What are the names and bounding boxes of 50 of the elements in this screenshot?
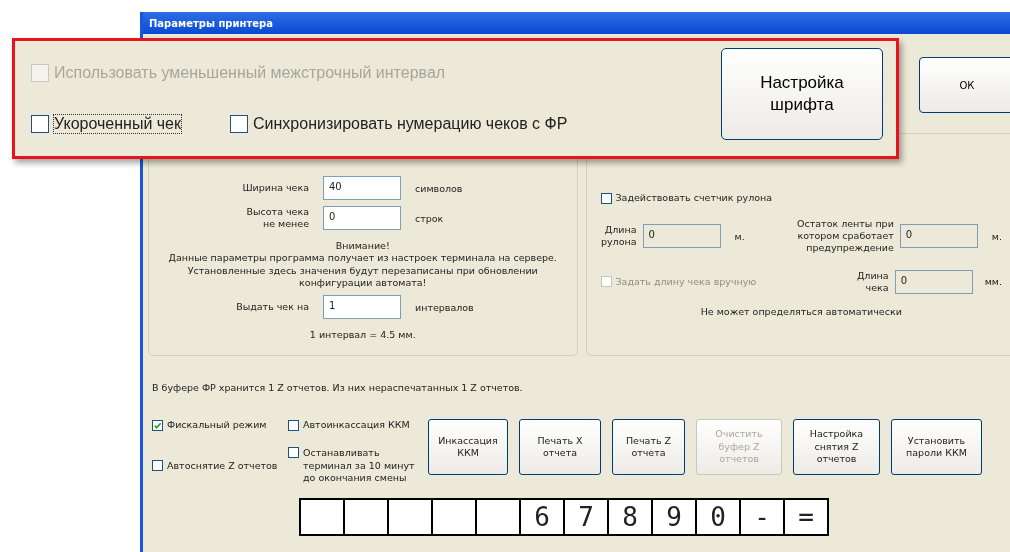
input-field[interactable]: 0 [894,269,973,294]
action-button[interactable]: Установить пароли ККМ [891,419,982,475]
checkbox[interactable]: Автоснятие Z отчетов [152,459,288,473]
keyboard-key[interactable]: 0 [695,498,741,537]
field-label: Длина чека [855,270,889,294]
action-button[interactable]: Печать X отчета [519,419,601,475]
checkmark-icon [153,420,162,430]
checkbox[interactable]: Фискальный режим [152,419,288,432]
unit-label: м. [734,230,745,242]
auto-note: Не может определяться автоматически [699,304,903,319]
keyboard-key[interactable]: = [783,498,829,537]
field-label: Ширина чека [242,182,309,194]
keyboard-key[interactable] [343,498,389,537]
checkbox[interactable]: Автоинкассация ККМ [288,419,418,432]
keyboard-key[interactable]: 7 [563,498,609,537]
keyboard-key[interactable]: 6 [519,498,565,537]
field-label: Высота чека не менее [245,206,309,230]
action-button[interactable]: Печать Z отчета [612,419,685,475]
buffer-info: В буфере ФР хранится 1 Z отчетов. Из них нераспечатанных 1 Z отчетов. [152,382,523,393]
checkbox[interactable]: Останавливать терминал за 10 минут до окончания смены [288,447,418,485]
keyboard-key[interactable]: 8 [607,498,653,537]
checkbox[interactable]: Синхронизировать нумерацию чеков с ФР [230,114,569,135]
action-button[interactable]: Инкассация ККМ [428,419,508,475]
checkbox[interactable]: Задействовать счетчик рулона [600,192,1002,205]
keyboard-key[interactable] [431,498,477,537]
ok-button[interactable]: ОК [919,57,1010,113]
unit-label: м. [991,230,1002,242]
notice-title: Внимание! [334,239,391,253]
input-field[interactable]: 0 [323,206,401,230]
unit-label: строк [415,212,445,224]
keyboard-key[interactable] [299,498,345,537]
input-field[interactable]: 0 [642,224,721,249]
field-label: Остаток ленты при котором сработает предупреждение [796,218,894,254]
action-button[interactable]: Настройка снятия Z отчетов [793,419,880,475]
interval-note: 1 интервал = 4.5 мм. [308,328,417,342]
input-field[interactable]: 40 [323,176,401,200]
field-label: Выдать чек на [236,301,309,314]
notice-text: Данные параметры программа получает из настроек терминала на сервере. Установленные здесь значения будут перезаписаны при обновлении конфигурации автомата! [167,252,558,290]
field-label: Длина рулона [600,224,637,249]
input-field[interactable]: 1 [323,295,401,320]
unit-label: интервалов [415,301,475,313]
keyboard-key[interactable] [387,498,433,537]
unit-label: мм. [984,276,1002,288]
keyboard-key[interactable] [475,498,521,537]
input-field[interactable]: 0 [899,224,978,249]
keyboard-key[interactable]: 9 [651,498,697,537]
unit-label: символов [415,182,464,194]
keyboard-key[interactable]: - [739,498,785,537]
window-title: Параметры принтера [143,12,1010,34]
font-settings-button[interactable]: Настройка шрифта [721,48,883,140]
